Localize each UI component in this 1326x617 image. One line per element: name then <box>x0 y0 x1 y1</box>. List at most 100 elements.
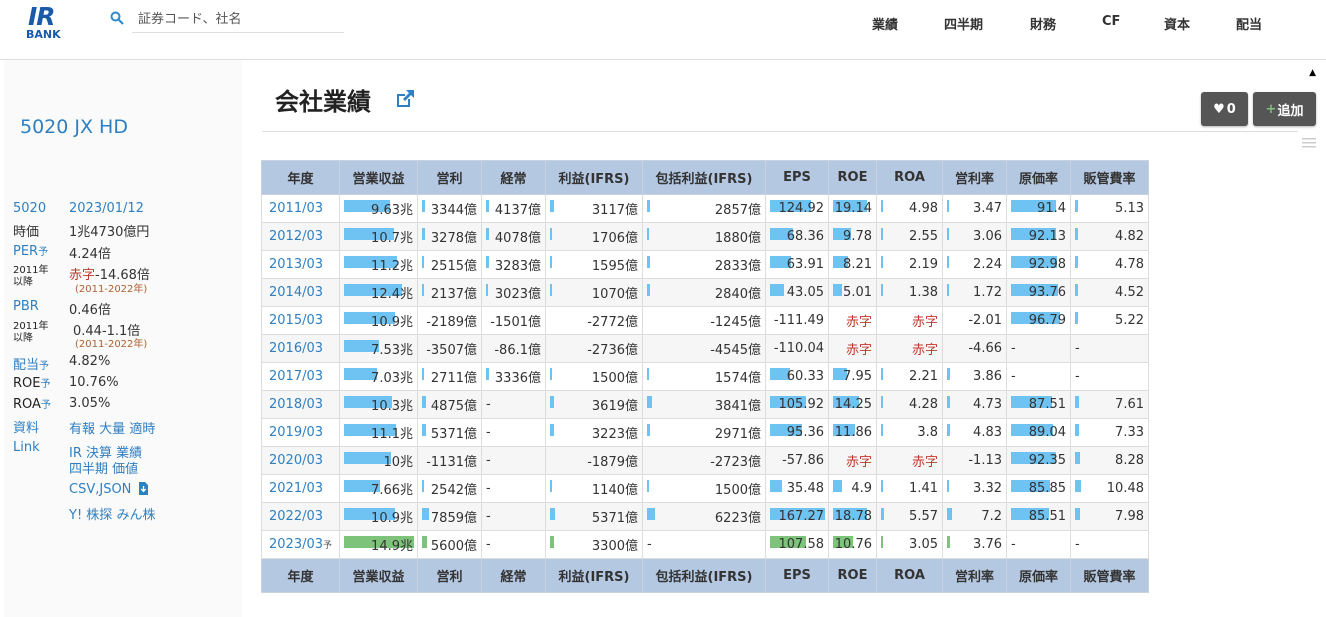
year-link[interactable]: 2014/03 <box>261 278 340 307</box>
cell-value: 2.21 <box>909 369 938 384</box>
cell-value: 68.36 <box>786 229 824 244</box>
cell-value: -2189億 <box>426 315 477 330</box>
cell-col-2: 2515億 <box>417 250 482 279</box>
minkabu-link[interactable]: みん株 <box>116 508 155 523</box>
nav-cf[interactable]: CF <box>1102 14 1120 29</box>
year-link[interactable]: 2011/03 <box>261 194 340 223</box>
cell-value: -2723億 <box>710 455 761 470</box>
value-bar <box>550 228 552 240</box>
cell-col-8: 1.41 <box>876 474 943 503</box>
year-text: 2011/03 <box>269 201 324 216</box>
date-link[interactable]: 2023/01/12 <box>69 201 144 216</box>
nav-dividend[interactable]: 配当 <box>1236 14 1262 33</box>
pbr-label[interactable]: PBR <box>13 299 39 314</box>
cell-col-6: 167.27 <box>765 502 829 531</box>
cell-col-1: 11.1兆 <box>339 418 418 447</box>
cell-value: 11.86 <box>834 425 872 440</box>
cell-value: 3283億 <box>494 259 541 274</box>
cell-value: 10.3兆 <box>371 399 413 414</box>
nav-quarterly[interactable]: 四半期 <box>944 14 983 33</box>
cell-col-1: 12.4兆 <box>339 278 418 307</box>
table-row: 2015/03 10.9兆 -2189億 -1501億 -2772億 -1245億 -111… <box>261 306 1149 335</box>
like-button[interactable]: ♥ 0 <box>1201 92 1248 126</box>
year-link[interactable]: 2023/03予 <box>261 530 340 559</box>
search-input[interactable] <box>132 7 344 33</box>
yahoo-link[interactable]: Y! <box>69 508 82 523</box>
cell-col-6: 68.36 <box>765 222 829 251</box>
doc-tairyo-link[interactable]: 大量 <box>99 422 125 437</box>
year-link[interactable]: 2012/03 <box>261 222 340 251</box>
cell-value: 7.33 <box>1115 425 1144 440</box>
header-col-8: ROA <box>876 160 943 195</box>
cell-value: 赤字 <box>845 315 872 330</box>
year-link[interactable]: 2022/03 <box>261 502 340 531</box>
add-button[interactable]: + 追加 <box>1253 92 1316 126</box>
cell-col-3: - <box>481 474 546 503</box>
menu-icon[interactable] <box>1302 138 1316 148</box>
cell-col-5: - <box>642 530 766 559</box>
cell-col-3: - <box>481 418 546 447</box>
value-bar <box>947 536 950 548</box>
cell-col-11: 5.22 <box>1070 306 1149 335</box>
cell-value: 2515億 <box>430 259 477 274</box>
per-hist-label: 2011年 以降 <box>13 265 49 288</box>
docs-label[interactable]: 資料 <box>13 417 39 436</box>
cell-value: -1245億 <box>710 315 761 330</box>
cell-value: - <box>1011 369 1016 384</box>
cell-col-8: 4.98 <box>876 194 943 223</box>
dividend-label[interactable]: 配当予 <box>13 354 49 373</box>
year-link[interactable]: 2021/03 <box>261 474 340 503</box>
pbr-hist-label: 2011年 以降 <box>13 321 49 344</box>
value-bar <box>647 480 649 492</box>
header-col-3: 経常 <box>481 160 546 195</box>
company-name[interactable]: 5020 JX HD <box>20 116 128 138</box>
year-text: 2014/03 <box>269 285 324 300</box>
cell-col-8: 2.19 <box>876 250 943 279</box>
quarterly-link[interactable]: 四半期 <box>69 462 108 477</box>
value-bar <box>647 424 650 436</box>
year-text: 2012/03 <box>269 229 324 244</box>
nav-financial[interactable]: 財務 <box>1030 14 1056 33</box>
header-col-1: 営業収益 <box>339 160 418 195</box>
external-link-icon[interactable] <box>394 88 416 110</box>
scroll-up-icon[interactable]: ▲ <box>1309 68 1316 78</box>
cell-value: 1.72 <box>973 285 1002 300</box>
year-link[interactable]: 2017/03 <box>261 362 340 391</box>
header-col-7: ROE <box>828 160 877 195</box>
cell-col-3: - <box>481 530 546 559</box>
per-label[interactable]: PER予 <box>13 243 48 259</box>
footer-col-9: 営利率 <box>942 558 1007 593</box>
year-link[interactable]: 2013/03 <box>261 250 340 279</box>
table-row: 2021/03 7.66兆 2542億 - 1140億 1500億 35.48 4.9 1.41… <box>261 474 1149 503</box>
nav-capital[interactable]: 資本 <box>1164 14 1190 33</box>
cell-value: -1131億 <box>426 455 477 470</box>
csv-json-link[interactable]: CSV,JSON <box>69 482 149 497</box>
value-bar <box>881 536 883 548</box>
header-col-10: 原価率 <box>1006 160 1071 195</box>
cell-value: 4.98 <box>909 201 938 216</box>
cell-value: 93.76 <box>1028 285 1066 300</box>
cell-value: 92.13 <box>1028 229 1066 244</box>
stock-code[interactable]: 5020 <box>13 201 46 216</box>
cell-col-6: -57.86 <box>765 446 829 475</box>
value-bar <box>947 228 949 240</box>
value-bar <box>881 368 883 380</box>
cell-value: 12.4兆 <box>371 287 413 302</box>
doc-yuho-link[interactable]: 有報 <box>69 422 95 437</box>
year-link[interactable]: 2019/03 <box>261 418 340 447</box>
irbank-logo[interactable]: IR BANK <box>26 2 72 43</box>
search-icon[interactable] <box>110 11 124 25</box>
value-link[interactable]: 価値 <box>112 462 138 477</box>
link-label[interactable]: Link <box>13 440 40 455</box>
doc-tekiji-link[interactable]: 適時 <box>129 422 155 437</box>
year-link[interactable]: 2016/03 <box>261 334 340 363</box>
cell-value: 7.66兆 <box>371 483 413 498</box>
kabutan-link[interactable]: 株探 <box>86 508 112 523</box>
nav-gyoseki[interactable]: 業績 <box>872 14 898 33</box>
cell-col-9: 1.72 <box>942 278 1007 307</box>
value-bar <box>550 256 552 268</box>
year-link[interactable]: 2020/03 <box>261 446 340 475</box>
cell-col-1: 7.66兆 <box>339 474 418 503</box>
year-link[interactable]: 2015/03 <box>261 306 340 335</box>
year-link[interactable]: 2018/03 <box>261 390 340 419</box>
